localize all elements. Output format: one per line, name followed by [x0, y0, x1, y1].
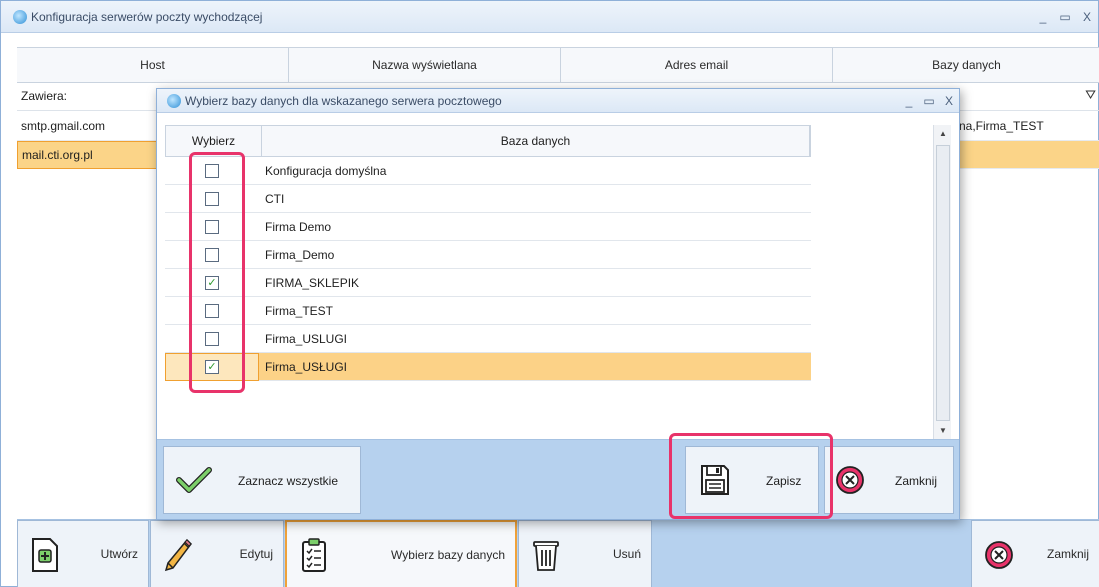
filter-icon[interactable]: ⛛ — [1085, 87, 1096, 103]
save-label: Zapisz — [766, 474, 802, 488]
main-titlebar: Konfiguracja serwerów poczty wychodzącej… — [1, 1, 1098, 33]
scroll-up-icon[interactable]: ▲ — [934, 129, 952, 138]
host-cell: mail.cti.org.pl — [17, 141, 157, 169]
dialog-close-button-bottom[interactable]: Zamknij — [824, 446, 954, 514]
database-row-selected[interactable]: ✓ Firma_USŁUGI — [165, 353, 811, 381]
create-label: Utwórz — [100, 547, 138, 561]
choose-databases-button[interactable]: Wybierz bazy danych — [285, 520, 517, 587]
database-row[interactable]: Firma_USLUGI — [165, 325, 811, 353]
main-close-label: Zamknij — [1046, 547, 1089, 561]
app-icon — [13, 9, 27, 24]
dialog-toolbar: Zaznacz wszystkie Zapisz Zamknij — [157, 439, 959, 519]
minimize-button[interactable]: _ — [1032, 10, 1054, 24]
column-header-select[interactable]: Wybierz — [166, 126, 262, 156]
pencil-icon — [164, 538, 192, 571]
select-cell[interactable] — [165, 297, 259, 325]
edit-button[interactable]: Edytuj — [150, 520, 284, 587]
main-close-button[interactable]: Zamknij — [971, 520, 1099, 587]
database-name: Firma_USŁUGI — [265, 360, 348, 374]
database-row[interactable]: Firma_Demo — [165, 241, 811, 269]
dialog-close-button[interactable]: X — [939, 94, 959, 108]
select-cell[interactable] — [165, 325, 259, 353]
host-cell: smtp.gmail.com — [21, 119, 106, 133]
column-header-display-name[interactable]: Nazwa wyświetlana — [289, 48, 561, 82]
select-all-button[interactable]: Zaznacz wszystkie — [163, 446, 361, 514]
close-circle-icon — [985, 540, 1013, 569]
checklist-icon — [302, 537, 326, 572]
database-row[interactable]: Konfiguracja domyślna — [165, 157, 811, 185]
trash-icon — [533, 540, 559, 571]
scroll-thumb[interactable] — [936, 145, 950, 421]
database-name: Firma_USLUGI — [265, 332, 348, 346]
check-icon: ✓ — [207, 276, 217, 289]
column-header-databases[interactable]: Bazy danych — [833, 48, 1099, 82]
scroll-down-icon[interactable]: ▼ — [934, 426, 952, 435]
column-header-database[interactable]: Baza danych — [262, 126, 810, 156]
delete-button[interactable]: Usuń — [518, 520, 652, 587]
database-name: Firma_TEST — [265, 304, 334, 318]
checkbox[interactable] — [205, 220, 219, 234]
database-name: Firma_Demo — [265, 248, 335, 262]
delete-label: Usuń — [612, 547, 641, 561]
close-button[interactable]: X — [1076, 10, 1098, 24]
choose-databases-label: Wybierz bazy danych — [391, 548, 505, 562]
select-all-label: Zaznacz wszystkie — [238, 474, 339, 488]
check-icon: ✓ — [207, 360, 217, 373]
dialog-app-icon — [167, 93, 181, 108]
checkbox[interactable] — [205, 304, 219, 318]
select-cell[interactable]: ✓ — [165, 269, 259, 297]
database-name: Firma Demo — [265, 220, 332, 234]
database-row[interactable]: Firma Demo — [165, 213, 811, 241]
select-cell[interactable] — [165, 185, 259, 213]
vertical-scrollbar[interactable]: ▲ ▼ — [933, 125, 951, 439]
maximize-button[interactable]: ▭ — [1054, 10, 1076, 24]
checkbox[interactable] — [205, 248, 219, 262]
databases-cell: na,Firma_TEST — [959, 119, 1044, 133]
checkbox[interactable] — [205, 164, 219, 178]
database-row[interactable]: CTI — [165, 185, 811, 213]
checkbox[interactable] — [205, 332, 219, 346]
save-button[interactable]: Zapisz — [685, 446, 819, 514]
dialog-grid-header: Wybierz Baza danych — [165, 125, 811, 157]
column-header-host[interactable]: Host — [17, 48, 289, 82]
dialog-minimize-button[interactable]: _ — [899, 94, 919, 108]
filter-label: Zawiera: — [21, 89, 68, 103]
select-databases-dialog: Wybierz bazy danych dla wskazanego serwe… — [156, 88, 960, 520]
database-name: FIRMA_SKLEPIK — [265, 276, 360, 290]
floppy-disk-icon — [701, 465, 729, 495]
dialog-title: Wybierz bazy danych dla wskazanego serwe… — [185, 93, 502, 108]
dialog-close-label: Zamknij — [895, 474, 938, 488]
edit-label: Edytuj — [239, 547, 273, 561]
main-toolbar: Utwórz Edytuj Wybierz bazy danych Usuń Z… — [17, 519, 1099, 587]
select-cell[interactable] — [165, 241, 259, 269]
dialog-titlebar: Wybierz bazy danych dla wskazanego serwe… — [157, 89, 959, 113]
select-cell[interactable]: ✓ — [165, 353, 259, 381]
database-row[interactable]: ✓ FIRMA_SKLEPIK — [165, 269, 811, 297]
database-name: Konfiguracja domyślna — [265, 164, 387, 178]
create-button[interactable]: Utwórz — [17, 520, 149, 587]
database-name: CTI — [265, 192, 285, 206]
window-title: Konfiguracja serwerów poczty wychodzącej — [31, 9, 263, 24]
add-document-icon — [32, 537, 58, 572]
column-header-email[interactable]: Adres email — [561, 48, 833, 82]
checkbox-checked[interactable]: ✓ — [205, 276, 219, 290]
checkbox[interactable] — [205, 192, 219, 206]
checkbox-checked[interactable]: ✓ — [205, 360, 219, 374]
select-cell[interactable] — [165, 213, 259, 241]
dialog-maximize-button[interactable]: ▭ — [919, 94, 939, 108]
select-cell[interactable] — [165, 157, 259, 185]
close-circle-icon — [836, 466, 864, 494]
database-row[interactable]: Firma_TEST — [165, 297, 811, 325]
grid-header: Host Nazwa wyświetlana Adres email Bazy … — [17, 47, 1099, 83]
checkmark-icon — [176, 467, 212, 493]
